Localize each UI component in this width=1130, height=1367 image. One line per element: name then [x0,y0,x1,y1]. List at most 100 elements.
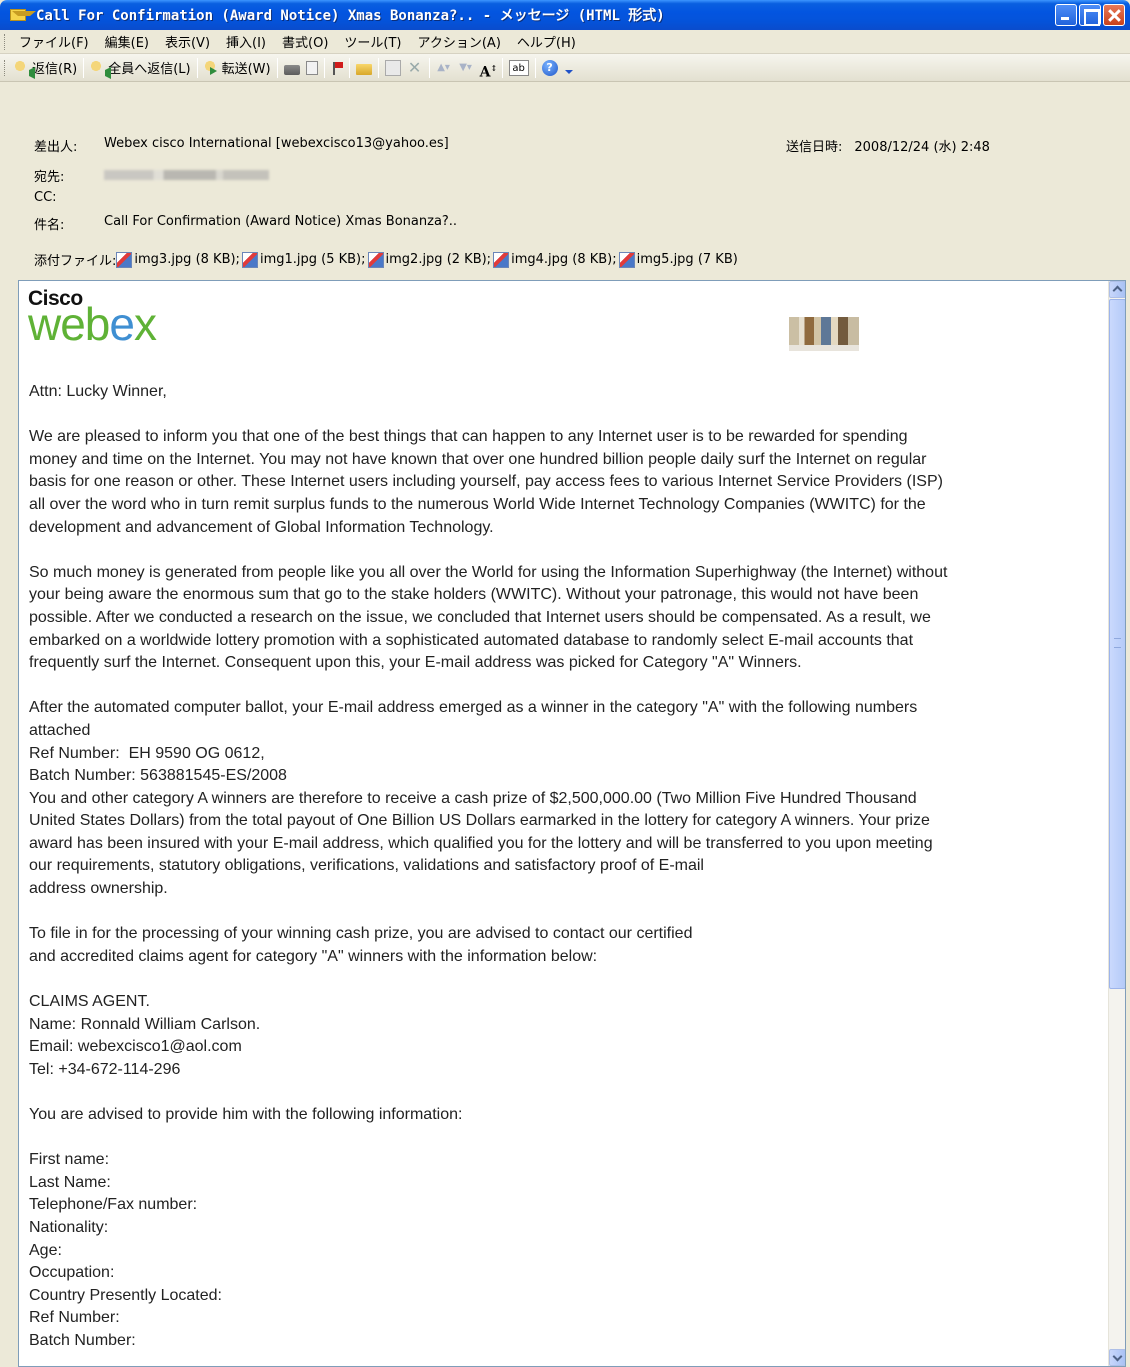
menu-grip[interactable] [4,33,7,50]
attachment-name: img1.jpg (5 KB); [259,252,366,267]
minimize-button[interactable] [1055,4,1077,26]
paragraph: You and other category A winners are the… [29,789,933,898]
to-label: 宛先: [34,170,65,185]
batch-number: Batch Number: 563881545-ES/2008 [29,767,287,785]
move-button[interactable] [382,56,404,80]
help-icon: ? [541,59,558,76]
image-file-icon [241,251,258,268]
menu-insert[interactable]: 挿入(I) [218,32,274,51]
encoding-button[interactable]: ab [506,56,532,80]
font-size-icon: A↕ [479,62,498,81]
move-to-folder-button[interactable] [353,56,375,80]
cisco-webex-logo: Cisco webex [28,288,157,350]
reply-button[interactable]: 返信(R) [11,56,80,80]
image-file-icon [116,251,133,268]
image-file-icon [367,251,384,268]
encoding-icon: ab [508,59,529,76]
reply-label: 返信(R) [32,62,78,77]
toolbar-separator [323,57,325,78]
previous-item-button[interactable]: ▲▾ [433,56,455,80]
attachment-item[interactable]: img1.jpg (5 KB); [241,251,366,268]
toolbar-separator [428,57,430,78]
attachment-item[interactable]: img2.jpg (2 KB); [367,251,491,268]
scroll-thumb[interactable] [1109,299,1125,989]
attachment-item[interactable]: img5.jpg (7 KB) [618,251,738,268]
toolbar-options-button[interactable] [561,56,576,80]
attachment-item[interactable]: img3.jpg (8 KB); [116,251,240,268]
window-title: Call For Confirmation (Award Notice) Xma… [36,8,665,24]
logo-webex-text: webex [28,298,157,350]
image-file-icon [493,251,510,268]
chevron-down-icon [564,60,573,76]
from-value[interactable]: Webex cisco International [webexcisco13@… [104,136,449,155]
mail-text: Attn: Lucky Winner, We are pleased to in… [29,381,1099,1366]
reply-all-label: 全員へ返信(L) [108,62,191,77]
attachment-name: img5.jpg (7 KB) [636,252,738,267]
maximize-button[interactable] [1079,4,1101,26]
subject-value: Call For Confirmation (Award Notice) Xma… [104,214,458,229]
arrow-down-icon: ▼▾ [459,61,472,73]
menu-bar: ファイル(F) 編集(E) 表示(V) 挿入(I) 書式(O) ツール(T) ア… [0,30,1130,54]
paragraph: To file in for the processing of your wi… [29,925,693,965]
scroll-down-button[interactable] [1109,1349,1125,1366]
required-fields-list: First name: Last Name: Telephone/Fax num… [29,1151,222,1349]
menu-file[interactable]: ファイル(F) [11,32,97,51]
menu-help[interactable]: ヘルプ(H) [509,32,584,51]
forward-icon [203,59,220,76]
toolbar-separator [348,57,350,78]
folder-icon [355,63,372,75]
next-item-button[interactable]: ▼▾ [455,56,477,80]
cc-label: CC: [34,190,57,205]
attachments-label: 添付ファイル: [34,254,117,269]
subject-label: 件名: [34,218,65,233]
reply-all-button[interactable]: 全員へ返信(L) [87,56,193,80]
paragraph: You are advised to provide him with the … [29,1106,463,1123]
scroll-up-button[interactable] [1109,281,1125,298]
attachment-name: img3.jpg (8 KB); [134,252,240,267]
from-label: 差出人: [34,140,78,155]
sent-label: 送信日時: [786,140,843,155]
arrow-up-icon: ▲▾ [437,61,450,73]
forward-label: 転送(W) [221,62,271,77]
toolbar-separator [501,57,503,78]
toolbar-separator [276,57,278,78]
menu-format[interactable]: 書式(O) [274,32,336,51]
attachment-name: img4.jpg (8 KB); [511,252,617,267]
reply-icon [14,59,30,76]
menu-view[interactable]: 表示(V) [157,32,218,51]
font-size-button[interactable]: A↕ [477,56,499,81]
copy-button[interactable] [303,56,321,80]
flag-icon [331,60,343,76]
title-bar: Call For Confirmation (Award Notice) Xma… [0,0,1130,30]
printer-icon [283,64,300,75]
image-file-icon [618,251,635,268]
close-button[interactable] [1103,4,1125,26]
flag-button[interactable] [328,56,346,80]
toolbar: 返信(R) 全員へ返信(L) 転送(W) ✕ ▲▾ ▼▾ A↕ ab ? [0,54,1130,82]
message-body[interactable]: Cisco webex Attn: Lucky Winner, We are p… [18,280,1126,1367]
menu-edit[interactable]: 編集(E) [97,32,157,51]
sent-value: 2008/12/24 (水) 2:48 [854,140,990,155]
greeting: Attn: Lucky Winner, [29,383,167,400]
print-button[interactable] [281,56,303,80]
toolbar-separator [377,57,379,78]
help-button[interactable]: ? [539,56,561,80]
delete-button[interactable]: ✕ [404,56,426,80]
attachments-row: 添付ファイル: img3.jpg (8 KB); img1.jpg (5 KB)… [34,250,740,269]
paragraph: So much money is generated from people l… [29,563,948,672]
menu-tools[interactable]: ツール(T) [336,32,409,51]
reply-all-icon [90,59,107,76]
people-photo-image [789,317,859,351]
vertical-scrollbar[interactable] [1108,281,1125,1366]
forward-button[interactable]: 転送(W) [201,56,274,80]
ref-number: Ref Number: EH 9590 OG 0612, [29,744,265,762]
toolbar-separator [196,57,198,78]
toolbar-separator [534,57,536,78]
to-value-redacted [104,170,269,180]
toolbar-grip[interactable] [4,59,7,76]
attachment-item[interactable]: img4.jpg (8 KB); [493,251,617,268]
move-icon [384,59,401,76]
toolbar-separator [83,57,85,78]
claims-agent-info: CLAIMS AGENT. Name: Ronnald William Carl… [29,993,261,1078]
menu-actions[interactable]: アクション(A) [410,32,509,51]
